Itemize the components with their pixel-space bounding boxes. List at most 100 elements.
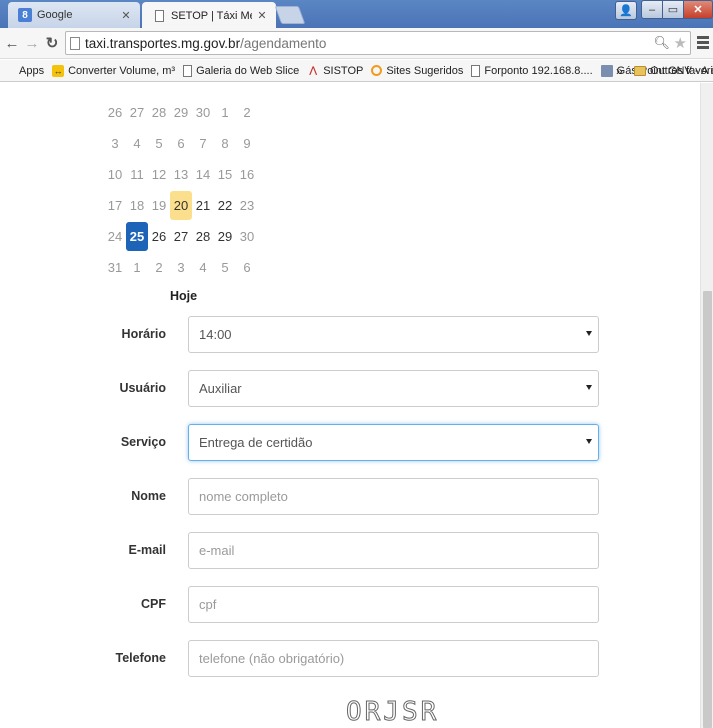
calendar-day[interactable]: 5 <box>214 253 236 282</box>
close-tab-icon[interactable]: ✕ <box>256 9 268 22</box>
bookmark-star-icon[interactable]: ★ <box>674 34 687 52</box>
back-arrow-icon[interactable]: ← <box>3 34 21 52</box>
calendar-day[interactable]: 14 <box>192 160 214 189</box>
email-input[interactable] <box>188 532 599 569</box>
calendar-day[interactable]: 28 <box>148 98 170 127</box>
folder-icon <box>634 66 646 76</box>
page-icon <box>183 64 193 77</box>
user-profile-icon[interactable]: 👤 <box>615 1 637 20</box>
calendar-week-row: 26 27 28 29 30 1 2 <box>104 97 258 128</box>
calendar-day[interactable]: 26 <box>104 98 126 127</box>
new-tab-button[interactable] <box>274 6 306 24</box>
calendar-day[interactable]: 24 <box>104 222 126 251</box>
calendar-day[interactable]: 18 <box>126 191 148 220</box>
bookmark-converter-volume[interactable]: ↔ Converter Volume, m³ <box>48 61 179 81</box>
calendar-day[interactable]: 4 <box>192 253 214 282</box>
calendar-day-selected[interactable]: 25 <box>126 222 148 251</box>
calendar-day[interactable]: 22 <box>214 191 236 220</box>
today-button[interactable]: Hoje <box>170 289 197 303</box>
bookmark-label: Outros favoritos <box>650 65 713 77</box>
calendar-day[interactable]: 7 <box>192 129 214 158</box>
calendar-day[interactable]: 8 <box>214 129 236 158</box>
scrollbar-thumb[interactable] <box>703 291 712 728</box>
close-window-button[interactable]: ✕ <box>683 0 713 19</box>
calendar-day[interactable]: 12 <box>148 160 170 189</box>
page-scrollbar[interactable] <box>700 83 713 728</box>
bookmark-sistop[interactable]: ⋀ SISTOP <box>303 61 367 81</box>
calendar-day[interactable]: 29 <box>214 222 236 251</box>
window-title-bar: 8 Google ✕ SETOP | Táxi Metropolitan ✕ 👤… <box>0 0 713 29</box>
telefone-label: Telefone <box>115 651 166 665</box>
bookmark-apps[interactable]: Apps <box>0 61 48 81</box>
servico-label: Serviço <box>120 435 166 449</box>
reload-icon[interactable]: ↻ <box>43 34 61 52</box>
calendar-day[interactable]: 3 <box>104 129 126 158</box>
menu-icon[interactable] <box>697 36 709 49</box>
usuario-select[interactable]: Auxiliar <box>188 370 599 407</box>
calendar-week-row: 31 1 2 3 4 5 6 <box>104 252 258 283</box>
calendar-day[interactable]: 2 <box>148 253 170 282</box>
calendar-week-row: 17 18 19 20 21 22 23 <box>104 190 258 221</box>
other-bookmarks-folder[interactable]: Outros favoritos <box>630 61 713 81</box>
calendar-day[interactable]: 2 <box>236 98 258 127</box>
calendar-day[interactable]: 6 <box>236 253 258 282</box>
cpf-label: CPF <box>141 597 166 611</box>
calendar-day[interactable]: 16 <box>236 160 258 189</box>
calendar-day[interactable]: 26 <box>148 222 170 251</box>
calendar-day[interactable]: 27 <box>126 98 148 127</box>
cpf-input[interactable] <box>188 586 599 623</box>
calendar-day[interactable]: 15 <box>214 160 236 189</box>
calendar-day[interactable]: 30 <box>236 222 258 251</box>
bookmark-sites-sugeridos[interactable]: Sites Sugeridos <box>367 61 467 81</box>
calendar-day[interactable]: 23 <box>236 191 258 220</box>
calendar-day[interactable]: 13 <box>170 160 192 189</box>
form-row-servico: Serviço Entrega de certidão <box>0 424 700 462</box>
gas-point-icon <box>600 64 613 77</box>
page-icon <box>471 64 481 77</box>
tab-title: Google <box>37 9 73 21</box>
tab-setop[interactable]: SETOP | Táxi Metropolitan ✕ <box>142 2 276 29</box>
dropdown-caret-icon <box>586 385 592 390</box>
horario-select[interactable]: 14:00 <box>188 316 599 353</box>
bookmark-forponto[interactable]: Forponto 192.168.8.... <box>467 61 596 81</box>
calendar-day[interactable]: 29 <box>170 98 192 127</box>
address-bar[interactable]: taxi.transportes.mg.gov.br/agendamento 🔍… <box>65 31 691 55</box>
servico-select[interactable]: Entrega de certidão <box>188 424 599 461</box>
page-icon <box>152 9 166 23</box>
calendar-day[interactable]: 28 <box>192 222 214 251</box>
zoom-icon[interactable]: 🔍︎ <box>653 35 670 51</box>
calendar-day[interactable]: 21 <box>192 191 214 220</box>
usuario-label: Usuário <box>119 381 166 395</box>
calendar-day[interactable]: 1 <box>214 98 236 127</box>
calendar-day[interactable]: 31 <box>104 253 126 282</box>
calendar-day[interactable]: 10 <box>104 160 126 189</box>
calendar-day[interactable]: 11 <box>126 160 148 189</box>
telefone-input[interactable] <box>188 640 599 677</box>
dropdown-caret-icon <box>586 439 592 444</box>
calendar-day[interactable]: 17 <box>104 191 126 220</box>
more-bookmarks-button[interactable]: » <box>612 61 627 81</box>
minimize-button[interactable]: – <box>641 0 663 19</box>
nome-label: Nome <box>131 489 166 503</box>
maximize-button[interactable]: ▭ <box>662 0 684 19</box>
horario-label: Horário <box>121 327 166 341</box>
tab-google[interactable]: 8 Google ✕ <box>8 2 140 28</box>
bookmark-galeria-web-slice[interactable]: Galeria do Web Slice <box>179 61 303 81</box>
calendar-day[interactable]: 4 <box>126 129 148 158</box>
page-icon <box>70 36 80 50</box>
form-row-telefone: Telefone <box>0 640 700 678</box>
calendar-day[interactable]: 3 <box>170 253 192 282</box>
forward-arrow-icon[interactable]: → <box>23 34 41 52</box>
calendar-day[interactable]: 9 <box>236 129 258 158</box>
tab-title: SETOP | Táxi Metropolitan <box>171 9 252 22</box>
calendar-day[interactable]: 30 <box>192 98 214 127</box>
browser-toolbar: ← → ↻ taxi.transportes.mg.gov.br/agendam… <box>0 28 713 59</box>
calendar-day[interactable]: 5 <box>148 129 170 158</box>
calendar-day[interactable]: 19 <box>148 191 170 220</box>
calendar-day[interactable]: 27 <box>170 222 192 251</box>
calendar-day-today[interactable]: 20 <box>170 191 192 220</box>
nome-input[interactable] <box>188 478 599 515</box>
calendar-day[interactable]: 6 <box>170 129 192 158</box>
calendar-day[interactable]: 1 <box>126 253 148 282</box>
close-tab-icon[interactable]: ✕ <box>120 9 132 22</box>
